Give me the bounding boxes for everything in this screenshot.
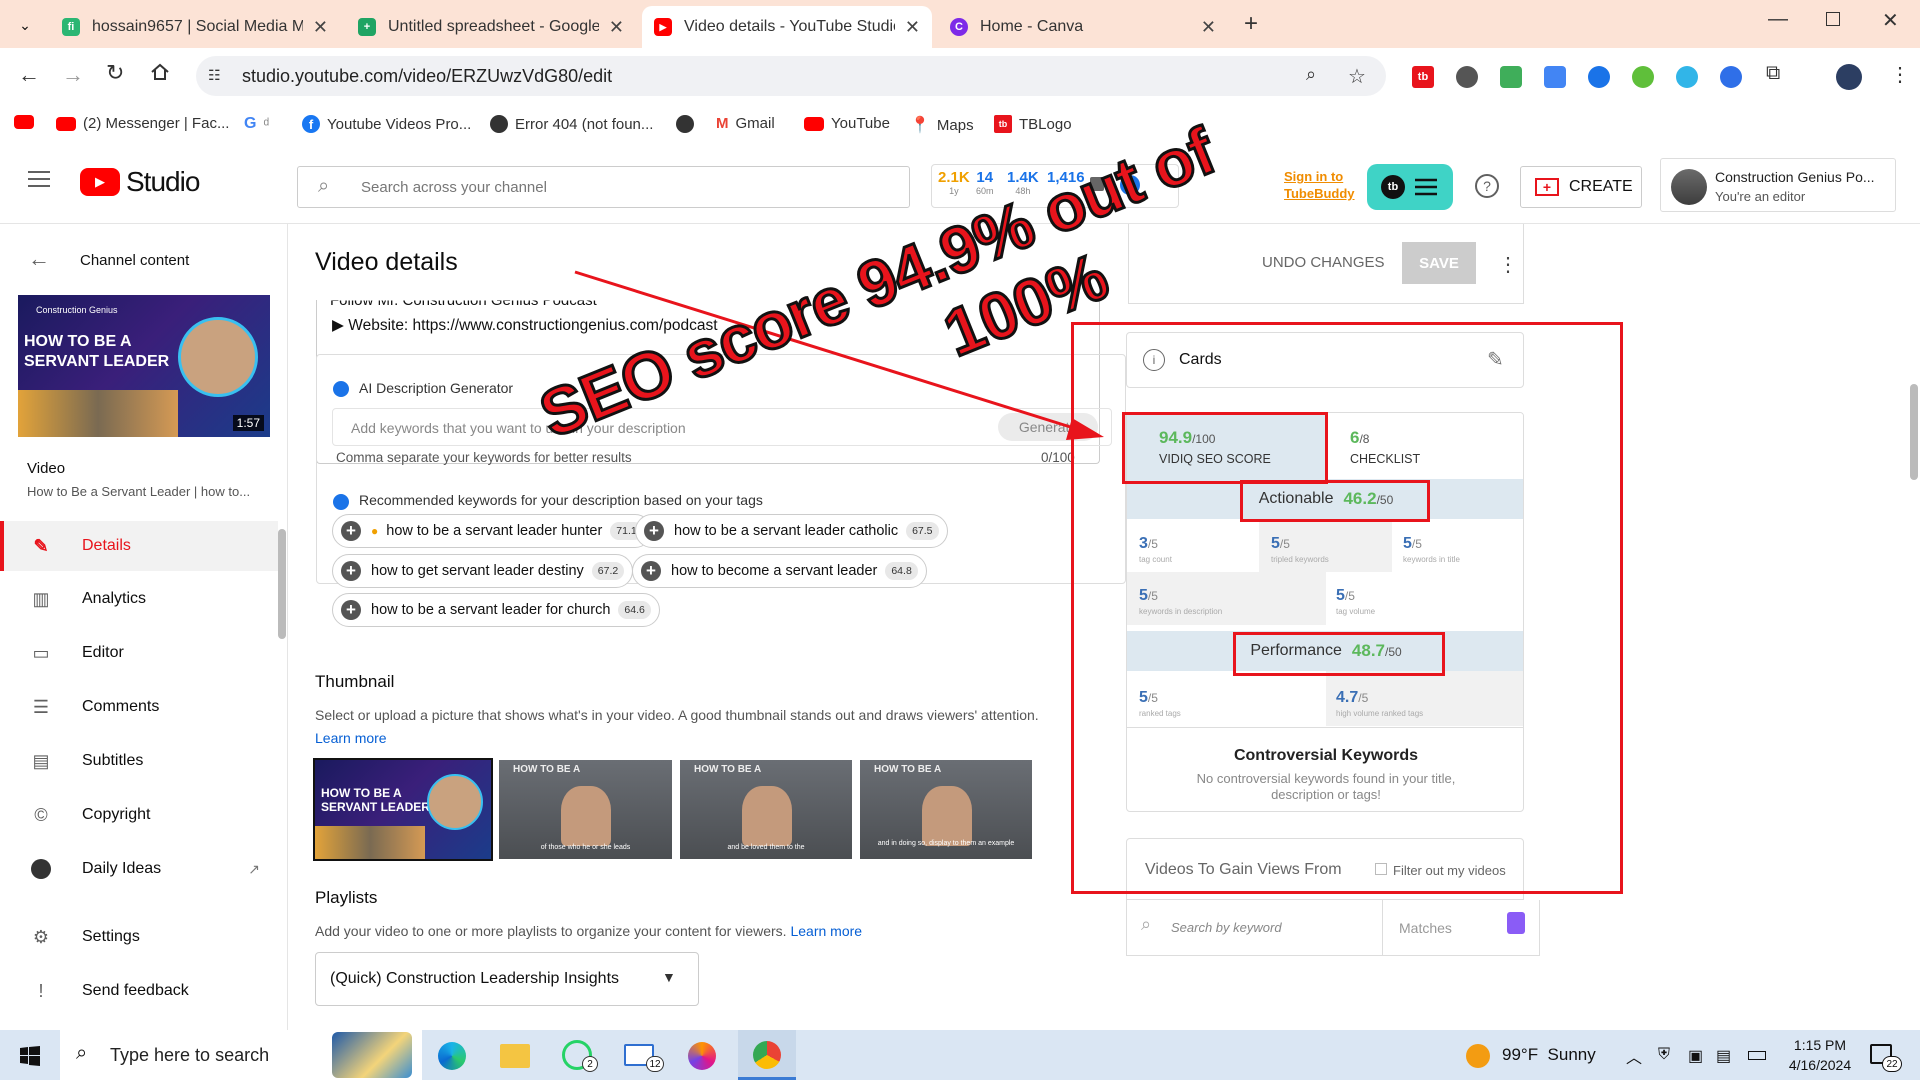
taskbar-search-box[interactable]: ⌕ Type here to search (60, 1030, 422, 1080)
notifications-badge: 22 (1882, 1056, 1902, 1072)
battery-icon[interactable] (1748, 1051, 1766, 1060)
search-highlight-image (332, 1032, 412, 1078)
windows-start-icon[interactable] (20, 1046, 40, 1066)
annotation-arrow (574, 270, 1104, 440)
search-icon: ⌕ (76, 1042, 88, 1064)
tray-chevron-icon[interactable]: ︿ (1626, 1044, 1642, 1068)
file-explorer-icon[interactable] (500, 1044, 530, 1068)
clock-date[interactable]: 4/16/2024 (1778, 1057, 1862, 1073)
mail-badge: 12 (646, 1056, 664, 1072)
security-tray-icon[interactable]: ⛨ (1658, 1046, 1670, 1064)
chrome-taskbar-icon[interactable] (738, 1030, 796, 1080)
firefox-icon[interactable] (688, 1042, 716, 1070)
clock-time[interactable]: 1:15 PM (1784, 1037, 1856, 1053)
whatsapp-badge: 2 (582, 1056, 598, 1072)
windows-taskbar: ⌕ Type here to search 2 12 99°F Sunny ︿ … (0, 1030, 1920, 1080)
display-tray-icon[interactable]: ▤ (1716, 1046, 1731, 1066)
taskbar-search-placeholder: Type here to search (110, 1045, 270, 1065)
tray-icon[interactable]: ▣ (1688, 1046, 1703, 1066)
chrome-icon (753, 1041, 781, 1069)
edge-icon[interactable] (438, 1042, 466, 1070)
weather-icon (1466, 1044, 1490, 1068)
weather-text[interactable]: 99°F Sunny (1502, 1045, 1596, 1065)
